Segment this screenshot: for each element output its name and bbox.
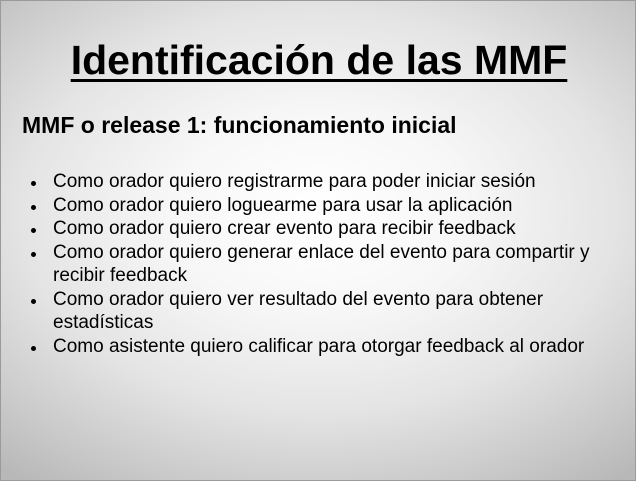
bullet-item: Como asistente quiero calificar para oto…	[27, 335, 617, 359]
bullet-item: Como orador quiero loguearme para usar l…	[27, 194, 617, 218]
bullet-dot-icon	[31, 345, 36, 351]
bullet-dot-icon	[31, 251, 36, 257]
bullet-text: Como asistente quiero calificar para oto…	[53, 335, 585, 357]
presentation-slide: Identificación de las MMF MMF o release …	[0, 0, 636, 481]
bullet-item: Como orador quiero crear evento para rec…	[27, 217, 617, 241]
bullet-item: Como orador quiero ver resultado del eve…	[27, 288, 617, 335]
bullet-text: Como orador quiero generar enlace del ev…	[53, 241, 590, 287]
bullet-list: Como orador quiero registrarme para pode…	[27, 170, 617, 358]
bullet-dot-icon	[31, 298, 36, 304]
bullet-text: Como orador quiero registrarme para pode…	[53, 171, 536, 192]
slide-title: Identificación de las MMF	[70, 37, 568, 83]
bullet-text: Como orador quiero crear evento para rec…	[53, 218, 516, 239]
bullet-text: Como orador quiero ver resultado del eve…	[53, 288, 544, 334]
bullet-item: Como orador quiero generar enlace del ev…	[27, 241, 617, 288]
bullet-item: Como orador quiero registrarme para pode…	[27, 170, 617, 194]
bullet-text: Como orador quiero loguearme para usar l…	[53, 194, 513, 216]
bullet-dot-icon	[31, 204, 36, 210]
bullet-dot-icon	[31, 228, 36, 233]
slide-subtitle: MMF o release 1: funcionamiento inicial	[22, 112, 457, 138]
bullet-dot-icon	[31, 181, 36, 186]
